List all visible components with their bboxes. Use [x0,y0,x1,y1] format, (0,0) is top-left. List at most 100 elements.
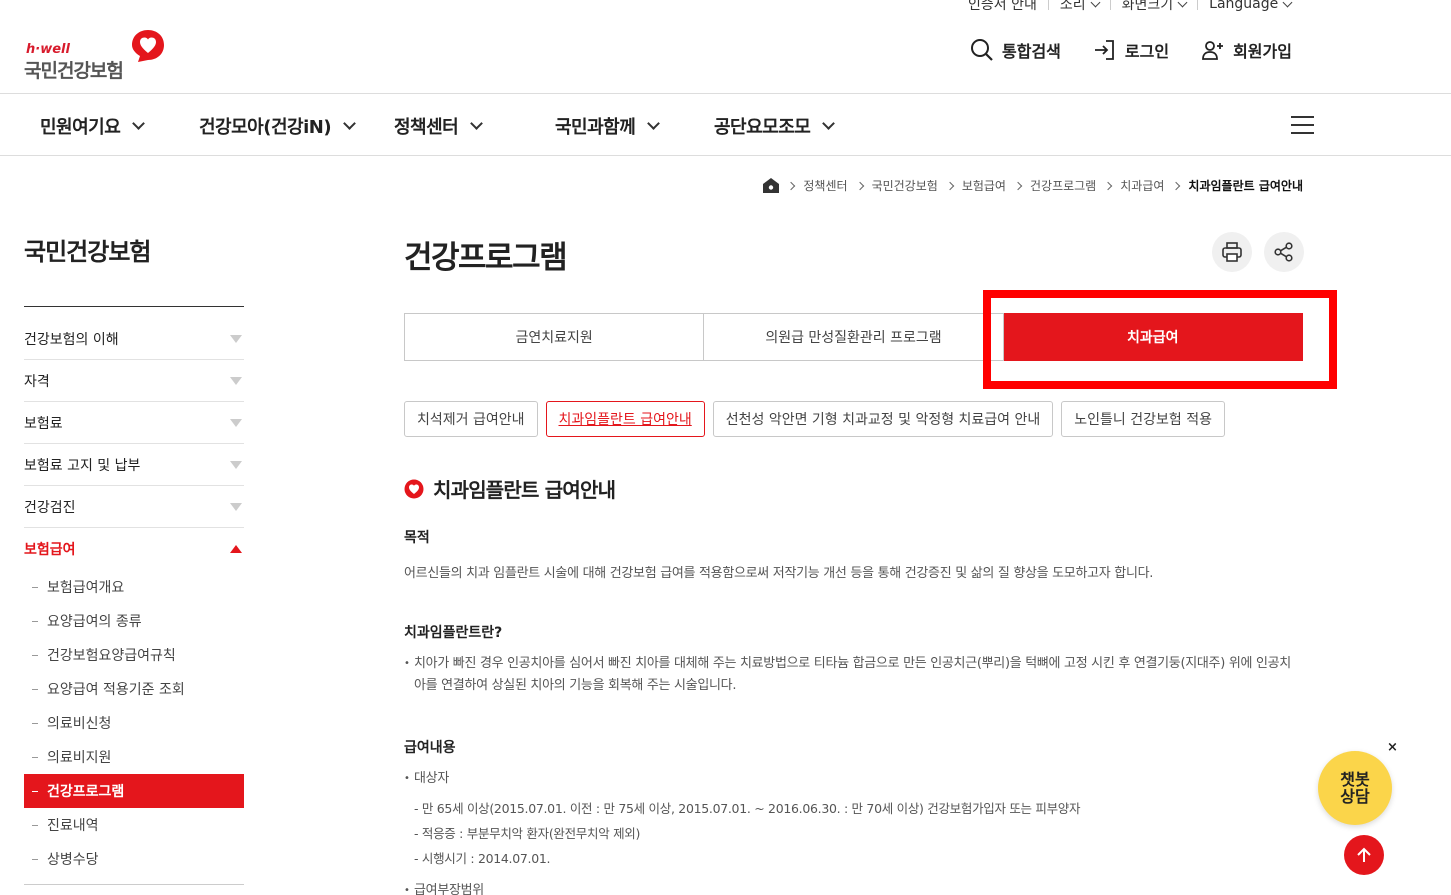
benefit-heading: 급여내용 [404,740,456,756]
chatbot-close-button[interactable]: × [1387,740,1398,755]
lnb-group-premium[interactable]: 보험료 [24,402,244,444]
certificate-guide-link[interactable]: 인증서 안내 [968,0,1037,14]
login-icon [1094,40,1114,60]
chevron-down-icon [343,117,356,130]
divider [24,306,244,307]
page-title: 건강프로그램 [404,240,568,276]
share-icon [1274,242,1293,262]
lnb-sub-item[interactable]: 진료내역 [24,808,244,842]
lnb-sub-item[interactable]: 건강보험요양급여규칙 [24,638,244,672]
chevron-right-icon [945,181,955,190]
lnb-group-qualification[interactable]: 자격 [24,360,244,402]
add-user-icon [1202,41,1224,60]
print-button[interactable] [1212,232,1252,272]
print-icon [1222,242,1242,262]
chevron-down-icon [1177,0,1188,7]
side-nav: 건강보험의 이해 자격 보험료 보험료 고지 및 납부 건강검진 보험급여 보험… [24,318,244,876]
chatbot-button[interactable]: 챗봇 상담 [1318,751,1392,825]
lnb-sub-item[interactable]: 의료비지원 [24,740,244,774]
heart-logo-icon [132,30,164,62]
lnb-group-billing[interactable]: 보험료 고지 및 납부 [24,444,244,486]
lnb-group-checkup[interactable]: 건강검진 [24,486,244,528]
tab-smoking-cessation[interactable]: 금연치료지원 [404,313,705,361]
screen-size-dropdown[interactable]: 화면크기 [1122,0,1188,14]
join-button[interactable]: 회원가입 [1201,38,1292,62]
gnb-item-policy[interactable]: 정책센터 [394,113,484,139]
divider [1109,0,1111,10]
tab-dental-benefits[interactable]: 치과급여 [1003,313,1303,361]
chevron-down-icon [1282,0,1293,7]
subtab-implant[interactable]: 치과임플란트 급여안내 [545,401,705,437]
gnb-item-civil[interactable]: 민원여기요 [40,113,146,139]
logo-name: 국민건강보험 [24,60,124,82]
scope-heading: 급여부장범위 [404,880,1294,895]
gnb-item-health-moa[interactable]: 건강모아(건강iN) [199,113,356,139]
lnb-group-benefits[interactable]: 보험급여 [24,528,244,570]
breadcrumb-item[interactable]: 건강프로그램 [1030,177,1096,194]
header-actions: 통합검색 로그인 회원가입 [970,38,1292,62]
lnb-sub-item-active[interactable]: 건강프로그램 [24,774,244,808]
chevron-right-icon [855,181,864,190]
program-tabs: 금연치료지원 의원급 만성질환관리 프로그램 치과급여 [404,313,1303,361]
chevron-right-icon [1013,181,1023,190]
language-dropdown[interactable]: Language [1209,0,1293,12]
chevron-down-icon [647,117,661,130]
scroll-top-button[interactable] [1344,835,1384,875]
lnb-sub-item[interactable]: 보험급여개요 [24,570,244,604]
home-icon[interactable] [763,178,780,193]
caret-up-icon [230,545,242,553]
lnb-sub-item[interactable]: 의료비신청 [24,706,244,740]
divider [1047,0,1049,10]
arrow-up-icon [1357,847,1371,862]
caret-down-icon [230,502,242,511]
lnb-sub-item[interactable]: 상병수당 [24,842,244,876]
logo[interactable]: h·well 국민건강보험 [24,30,169,82]
target-item: - 적응증 : 부분무치악 환자(완전무치악 제외) [414,826,641,841]
breadcrumb-item[interactable]: 보험급여 [962,177,1006,194]
chevron-right-icon [1103,181,1113,190]
chevron-right-icon [1172,181,1181,190]
gnb-item-with-people[interactable]: 국민과함께 [555,113,661,139]
login-button[interactable]: 로그인 [1093,38,1169,62]
caret-down-icon [230,376,242,385]
chevron-down-icon [1090,0,1101,7]
subtab-denture[interactable]: 노인틀니 건강보험 적용 [1061,401,1225,437]
chevron-down-icon [822,117,836,130]
sound-dropdown[interactable]: 소리 [1060,0,1101,14]
target-item: - 만 65세 이상(2015.07.01. 이전 : 만 75세 이상, 20… [414,801,1081,816]
lnb-title: 국민건강보험 [24,238,151,266]
divider [1197,0,1199,10]
lnb-group-understanding[interactable]: 건강보험의 이해 [24,318,244,360]
chevron-right-icon [787,181,796,190]
divider [24,884,244,885]
heart-bullet-icon [404,479,424,498]
breadcrumb-item[interactable]: 정책센터 [803,177,847,194]
lnb-sub-item[interactable]: 요양급여의 종류 [24,604,244,638]
definition-text: 치아가 빠진 경우 인공치아를 심어서 빠진 치아를 대체해 주는 치료방법으로… [404,653,1294,697]
section-title: 치과임플란트 급여안내 [404,474,616,503]
gnb-item-about[interactable]: 공단요모조모 [714,113,836,139]
subtab-orthodontic[interactable]: 선천성 악안면 기형 치과교정 및 악정형 치료급여 안내 [712,401,1054,437]
search-icon [971,39,993,61]
target-heading: 대상자 [404,768,1294,790]
search-button[interactable]: 통합검색 [970,38,1061,62]
tab-chronic-disease[interactable]: 의원급 만성질환관리 프로그램 [704,313,1004,361]
breadcrumb-item[interactable]: 치과급여 [1120,177,1164,194]
share-button[interactable] [1264,232,1304,272]
menu-icon[interactable] [1291,116,1314,134]
breadcrumb: 정책센터 국민건강보험 보험급여 건강프로그램 치과급여 치과임플란트 급여안내 [763,177,1303,194]
purpose-heading: 목적 [404,530,430,546]
breadcrumb-current: 치과임플란트 급여안내 [1188,179,1303,193]
utility-bar: 인증서 안내 소리 화면크기 Language [968,0,1293,14]
chevron-down-icon [132,117,146,130]
caret-down-icon [230,418,242,427]
breadcrumb-item[interactable]: 국민건강보험 [872,177,938,194]
dental-subtabs: 치석제거 급여안내 치과임플란트 급여안내 선천성 악안면 기형 치과교정 및 … [404,401,1225,437]
caret-down-icon [230,334,242,343]
logo-tagline: h·well [26,42,70,57]
lnb-sub-item[interactable]: 요양급여 적용기준 조회 [24,672,244,706]
purpose-text: 어르신들의 치과 임플란트 시술에 대해 건강보험 급여를 적용함으로써 저작기… [404,566,1154,581]
definition-heading: 치과임플란트란? [404,625,503,641]
global-nav: 민원여기요 건강모아(건강iN) 정책센터 국민과함께 공단요모조모 [0,93,1451,156]
subtab-scaling[interactable]: 치석제거 급여안내 [404,401,538,437]
